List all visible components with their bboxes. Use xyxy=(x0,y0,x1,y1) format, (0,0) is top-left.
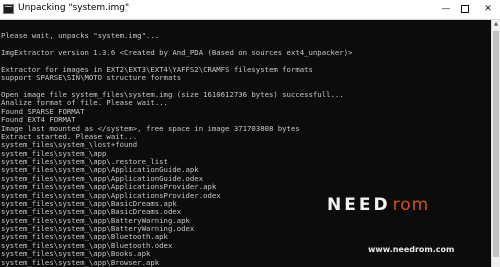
maximize-button[interactable] xyxy=(456,0,474,19)
minimize-button[interactable]: — xyxy=(437,0,455,19)
console-output-lines: Please wait, unpacks "system.img"... ImgE… xyxy=(1,24,352,267)
title-bar[interactable]: Unpacking "system.img" — ✕ xyxy=(0,0,500,20)
maximize-icon xyxy=(461,4,469,13)
watermark-url: www.needrom.com xyxy=(368,245,455,254)
console-line: ImgExtractor version 1.3.6 <Created by A… xyxy=(1,48,353,58)
window-title: Unpacking "system.img" xyxy=(18,3,130,13)
console-app-icon[interactable] xyxy=(3,4,14,14)
needrom-watermark: NEED rom www.needrom.com xyxy=(327,195,497,255)
logo-need-text: NEED xyxy=(327,195,391,215)
scroll-up-arrow-icon[interactable]: ▲ xyxy=(492,20,500,29)
console-line: Please wait, unpacks "system.img"... xyxy=(1,31,160,41)
console-line: support SPARSE\SIN\MOTO structure format… xyxy=(1,73,182,83)
console-window: Unpacking "system.img" — ✕ Please wait, … xyxy=(0,0,500,267)
logo-rom-text: rom xyxy=(392,195,430,215)
close-button[interactable]: ✕ xyxy=(476,0,500,19)
needrom-logo: NEED rom xyxy=(327,195,429,215)
